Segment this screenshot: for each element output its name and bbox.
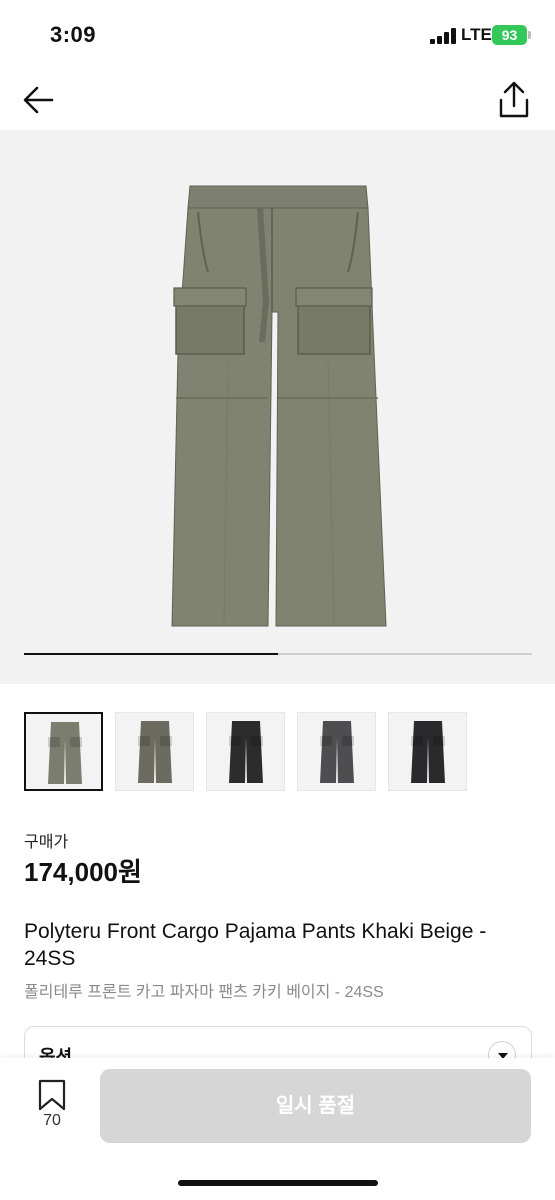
price-label: 구매가 (24, 834, 69, 851)
cargo-pants-image (171, 185, 387, 627)
gallery-progress (24, 653, 532, 655)
sold-out-button[interactable]: 일시 품절 (100, 1069, 531, 1143)
thumbnail-pants-image (411, 721, 445, 783)
thumbnail-black[interactable] (206, 712, 285, 791)
product-title: Polyteru Front Cargo Pajama Pants Khaki … (24, 920, 487, 970)
color-thumbnails (24, 712, 532, 792)
thumbnail-charcoal[interactable] (297, 712, 376, 791)
signal-icon (430, 28, 456, 44)
thumbnail-black-2[interactable] (388, 712, 467, 791)
battery-icon: 93 (492, 25, 527, 45)
thumbnail-pants-image (138, 721, 172, 783)
gallery-progress-fill (24, 653, 278, 655)
thumbnail-pants-image (320, 721, 354, 783)
network-type: LTE (461, 25, 492, 44)
bookmark-count: 70 (43, 1112, 61, 1129)
thumbnail-khaki[interactable] (24, 712, 103, 791)
share-icon (499, 81, 529, 118)
battery-tip (528, 31, 531, 39)
product-image-gallery[interactable] (0, 130, 555, 684)
home-indicator (178, 1180, 378, 1186)
nav-bar (0, 70, 555, 130)
status-bar: 3:09 LTE 93 (0, 0, 555, 70)
back-button[interactable] (18, 80, 62, 120)
bottom-action-bar: 70 일시 품절 (0, 1058, 555, 1200)
price-value: 174,000원 (24, 857, 142, 887)
thumbnail-olive-gray[interactable] (115, 712, 194, 791)
bookmark-icon (38, 1079, 66, 1111)
status-time: 3:09 (50, 22, 97, 47)
share-button[interactable] (494, 78, 534, 122)
thumbnail-pants-image (229, 721, 263, 783)
battery-level: 93 (501, 27, 518, 43)
thumbnail-pants-image (48, 722, 82, 784)
product-title-korean: 폴리테루 프론트 카고 파자마 팬츠 카키 베이지 - 24SS (24, 984, 384, 1001)
arrow-left-icon (23, 86, 54, 114)
bookmark-button[interactable]: 70 (32, 1078, 72, 1134)
